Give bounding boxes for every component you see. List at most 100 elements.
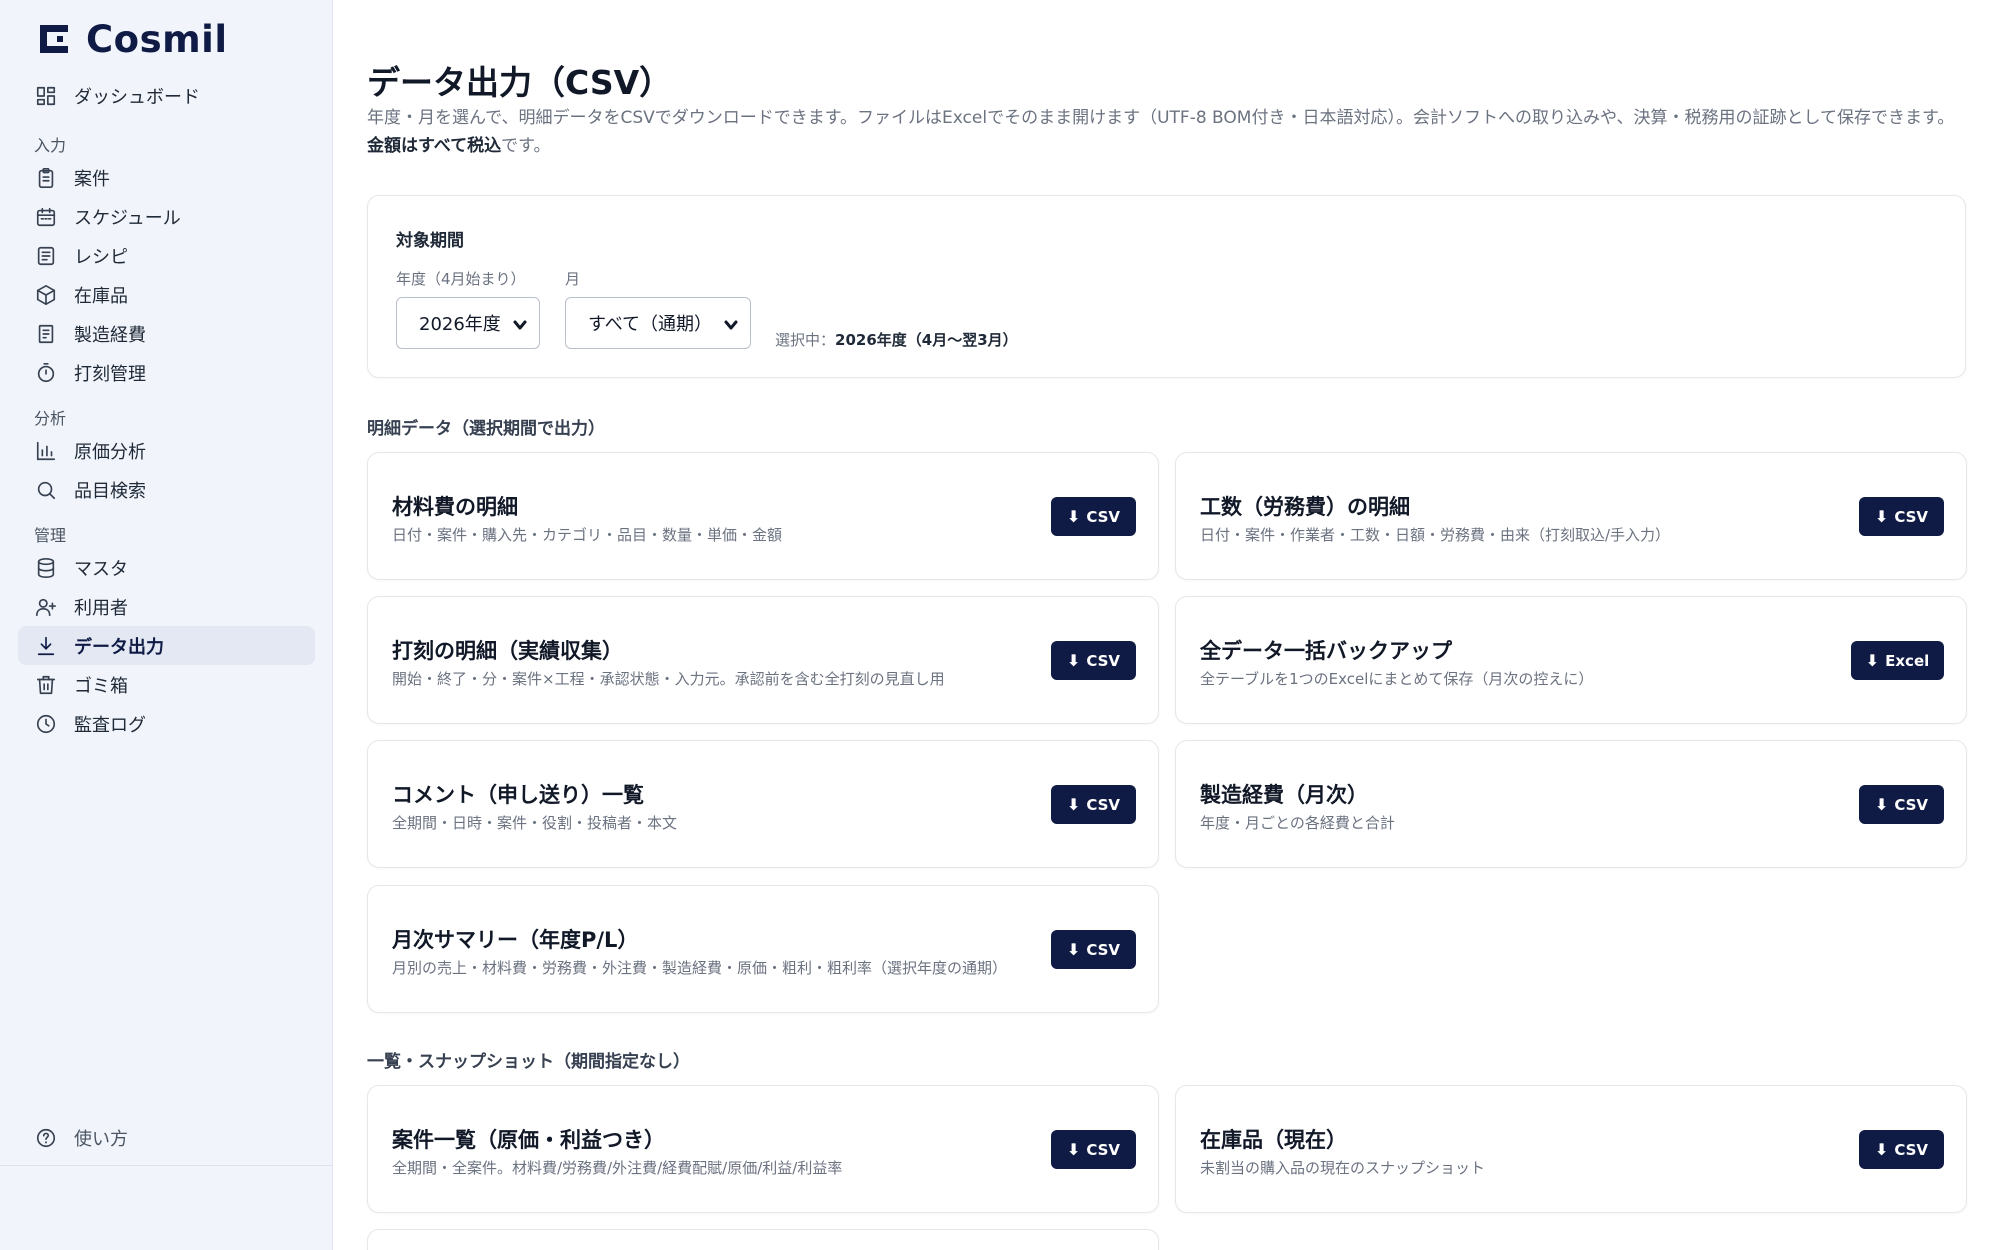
sidebar-item-item-search[interactable]: 品目検索 <box>18 470 315 509</box>
sidebar-item-schedule[interactable]: スケジュール <box>18 197 315 236</box>
export-card-title: 在庫品（現在） <box>1200 1128 1347 1152</box>
download-excel-backup-button[interactable]: ⬇ Excel <box>1851 641 1944 680</box>
download-monthly-summary-button[interactable]: ⬇ CSV <box>1051 930 1136 969</box>
sidebar-item-data-export[interactable]: データ出力 <box>18 626 315 665</box>
export-card-partial <box>367 1229 1159 1250</box>
export-card-comments: コメント（申し送り）一覧 全期間・日時・案件・役割・投稿者・本文 ⬇ CSV <box>367 740 1159 868</box>
export-card-project-list: 案件一覧（原価・利益つき） 全期間・全案件。材料費/労務費/外注費/経費配賦/原… <box>367 1085 1159 1213</box>
sidebar-item-timecard[interactable]: 打刻管理 <box>18 353 315 392</box>
download-labor-costs-button[interactable]: ⬇ CSV <box>1859 497 1944 536</box>
sidebar-item-projects[interactable]: 案件 <box>18 158 315 197</box>
export-card-title: 工数（労務費）の明細 <box>1200 495 1410 519</box>
export-card-title: 案件一覧（原価・利益つき） <box>392 1128 665 1152</box>
export-card-title: 月次サマリー（年度P/L） <box>392 928 639 952</box>
sidebar-item-label: マスタ <box>74 558 128 580</box>
export-card-description: 日付・案件・購入先・カテゴリ・品目・数量・単価・金額 <box>392 526 783 544</box>
download-project-list-button[interactable]: ⬇ CSV <box>1051 1130 1136 1169</box>
description-tail: です。 <box>501 136 551 156</box>
button-label: Excel <box>1885 651 1930 670</box>
sidebar-item-users[interactable]: 利用者 <box>18 587 315 626</box>
export-card-description: 日付・案件・作業者・工数・日額・労務費・由来（打刻取込/手入力） <box>1200 526 1671 544</box>
export-card-monthly-summary: 月次サマリー（年度P/L） 月別の売上・材料費・労務費・外注費・製造経費・原価・… <box>367 885 1159 1013</box>
export-card-material-costs: 材料費の明細 日付・案件・購入先・カテゴリ・品目・数量・単価・金額 ⬇ CSV <box>367 452 1159 580</box>
chevron-down-icon <box>513 316 527 330</box>
download-arrow-icon: ⬇ <box>1066 794 1081 814</box>
database-icon <box>34 556 58 580</box>
button-label: CSV <box>1086 1140 1121 1159</box>
export-card-title: コメント（申し送り）一覧 <box>392 783 644 807</box>
download-material-costs-button[interactable]: ⬇ CSV <box>1051 497 1136 536</box>
bar-chart-icon <box>34 439 58 463</box>
year-select[interactable]: 2026年度 <box>396 297 540 349</box>
selected-prefix: 選択中： <box>775 331 836 349</box>
sidebar-item-inventory[interactable]: 在庫品 <box>18 275 315 314</box>
export-card-full-backup: 全データ一括バックアップ 全テーブルを1つのExcelにまとめて保存（月次の控え… <box>1175 596 1967 724</box>
period-title: 対象期間 <box>396 231 464 251</box>
export-card-description: 未割当の購入品の現在のスナップショット <box>1200 1159 1486 1177</box>
download-arrow-icon: ⬇ <box>1066 506 1081 526</box>
download-arrow-icon: ⬇ <box>1865 650 1880 670</box>
download-arrow-icon: ⬇ <box>1066 939 1081 959</box>
sidebar-item-label: ダッシュボード <box>74 86 200 108</box>
sidebar-item-audit-log[interactable]: 監査ログ <box>18 704 315 743</box>
description-main: 年度・月を選んで、明細データをCSVでダウンロードできます。ファイルはExcel… <box>367 108 1955 128</box>
chevron-down-icon <box>724 316 738 330</box>
sidebar-item-recipes[interactable]: レシピ <box>18 236 315 275</box>
sidebar-nav: ダッシュボード 入力 案件 スケジュール レシピ 在庫品 製造経費 打刻管理 分… <box>18 76 315 743</box>
export-card-description: 全期間・全案件。材料費/労務費/外注費/経費配賦/原価/利益/利益率 <box>392 1159 843 1177</box>
sidebar-item-label: 品目検索 <box>74 480 146 502</box>
calendar-icon <box>34 205 58 229</box>
sidebar-help: 使い方 <box>18 1118 315 1157</box>
box-icon <box>34 283 58 307</box>
sidebar-item-help[interactable]: 使い方 <box>18 1118 315 1157</box>
export-card-description: 全期間・日時・案件・役割・投稿者・本文 <box>392 814 678 832</box>
download-arrow-icon: ⬇ <box>1066 650 1081 670</box>
nav-group-input: 入力 <box>34 136 67 155</box>
search-icon <box>34 478 58 502</box>
receipt-icon <box>34 322 58 346</box>
recipe-icon <box>34 244 58 268</box>
sidebar-item-label: ゴミ箱 <box>74 675 128 697</box>
app-name: Cosmil <box>86 17 228 61</box>
selected-value: 2026年度（4月〜翌3月） <box>835 331 1018 349</box>
sidebar: Cosmil ダッシュボード 入力 案件 スケジュール レシピ 在庫品 製造経費 <box>0 0 333 1250</box>
app-logo[interactable]: Cosmil <box>38 17 228 61</box>
export-card-title: 材料費の明細 <box>392 495 518 519</box>
stopwatch-icon <box>34 361 58 385</box>
section-title-snapshot: 一覧・スナップショット（期間指定なし） <box>367 1052 690 1072</box>
button-label: CSV <box>1086 507 1121 526</box>
month-select[interactable]: すべて（通期） <box>565 297 751 349</box>
user-plus-icon <box>34 595 58 619</box>
sidebar-item-label: 打刻管理 <box>74 363 146 385</box>
section-title-detail: 明細データ（選択期間で出力） <box>367 419 605 439</box>
sidebar-item-trash[interactable]: ゴミ箱 <box>18 665 315 704</box>
sidebar-item-manufacturing-expenses[interactable]: 製造経費 <box>18 314 315 353</box>
download-arrow-icon: ⬇ <box>1874 1139 1889 1159</box>
month-label: 月 <box>565 270 581 288</box>
year-label: 年度（4月始まり） <box>396 270 526 288</box>
sidebar-item-master[interactable]: マスタ <box>18 548 315 587</box>
download-timecards-button[interactable]: ⬇ CSV <box>1051 641 1136 680</box>
sidebar-item-dashboard[interactable]: ダッシュボード <box>18 76 315 115</box>
clock-icon <box>34 712 58 736</box>
download-monthly-expenses-button[interactable]: ⬇ CSV <box>1859 785 1944 824</box>
sidebar-item-label: 製造経費 <box>74 324 146 346</box>
download-arrow-icon: ⬇ <box>1066 1139 1081 1159</box>
sidebar-item-label: 監査ログ <box>74 714 146 736</box>
download-inventory-button[interactable]: ⬇ CSV <box>1859 1130 1944 1169</box>
download-comments-button[interactable]: ⬇ CSV <box>1051 785 1136 824</box>
export-card-description: 年度・月ごとの各経費と合計 <box>1200 814 1395 832</box>
export-card-description: 開始・終了・分・案件×工程・承認状態・入力元。承認前を含む全打刻の見直し用 <box>392 670 945 688</box>
export-card-timecards: 打刻の明細（実績収集） 開始・終了・分・案件×工程・承認状態・入力元。承認前を含… <box>367 596 1159 724</box>
download-arrow-icon: ⬇ <box>1874 506 1889 526</box>
sidebar-item-cost-analysis[interactable]: 原価分析 <box>18 431 315 470</box>
export-card-description: 全テーブルを1つのExcelにまとめて保存（月次の控えに） <box>1200 670 1594 688</box>
nav-group-analysis: 分析 <box>34 409 67 428</box>
button-label: CSV <box>1086 940 1121 959</box>
download-icon <box>34 634 58 658</box>
button-label: CSV <box>1894 1140 1929 1159</box>
nav-group-admin: 管理 <box>34 526 67 545</box>
help-circle-icon <box>34 1126 58 1150</box>
sidebar-item-label: レシピ <box>74 246 128 268</box>
logo-icon <box>40 25 68 53</box>
